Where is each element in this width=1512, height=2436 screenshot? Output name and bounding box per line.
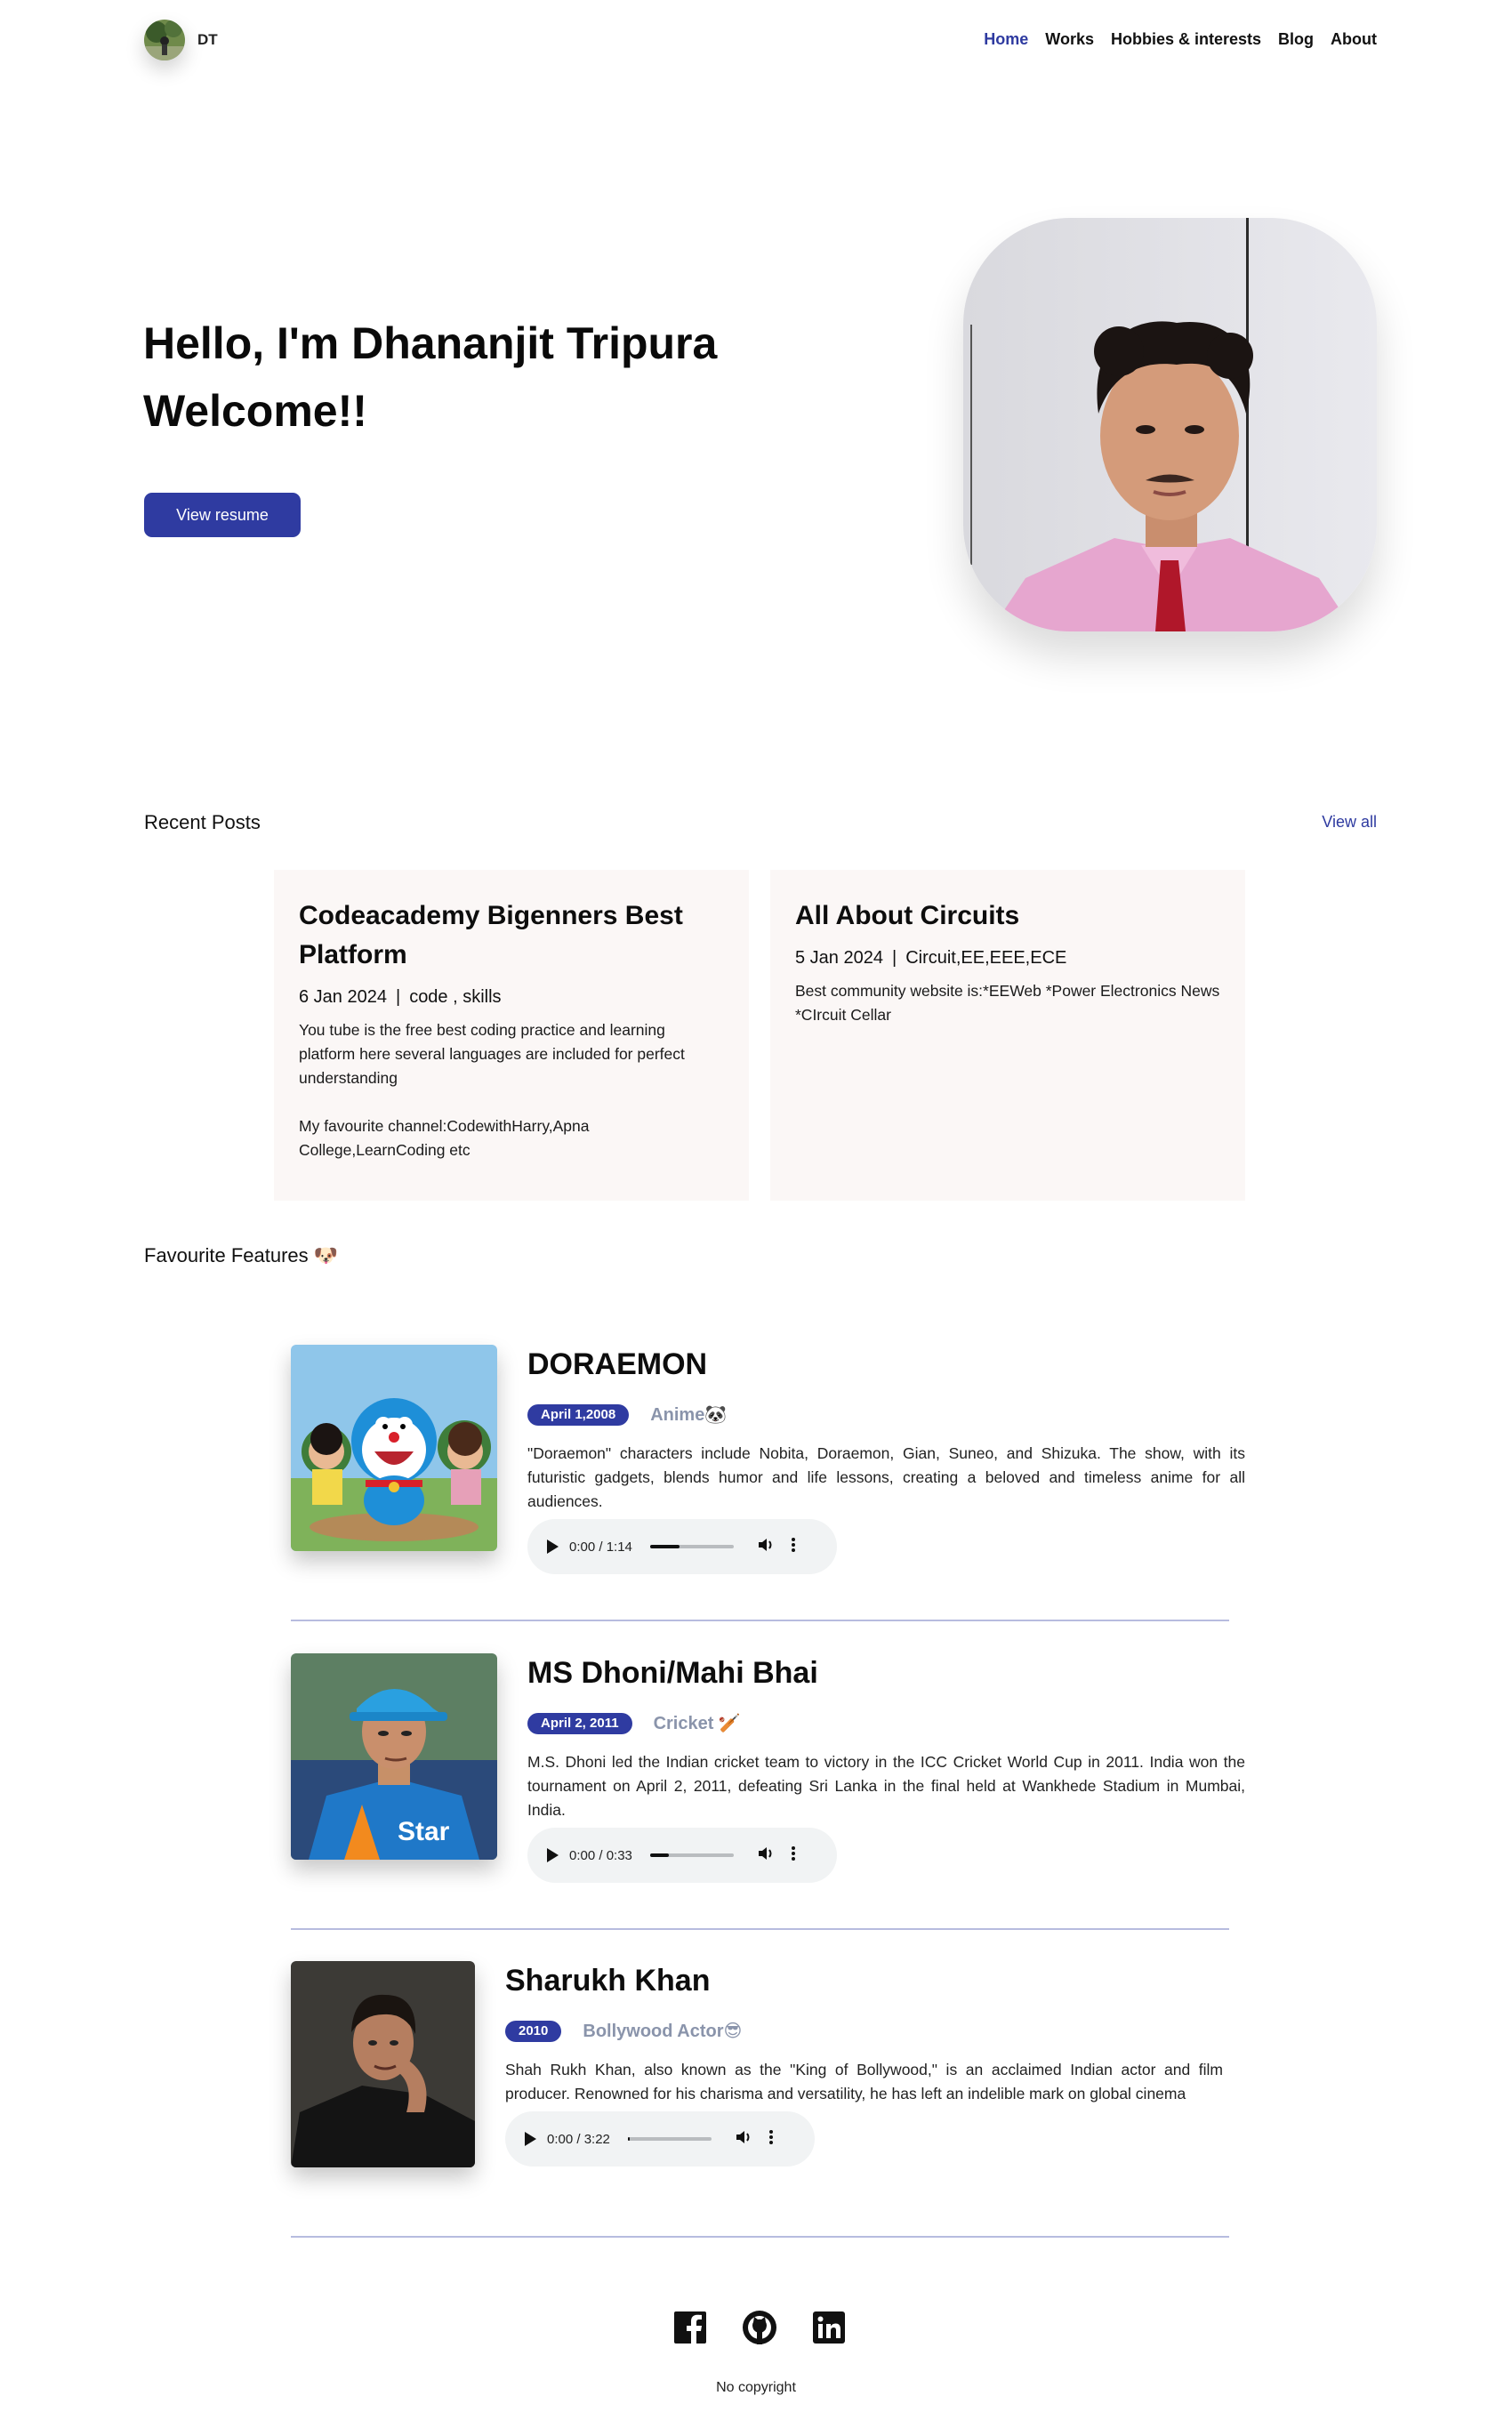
nav-home[interactable]: Home xyxy=(984,30,1028,49)
linkedin-icon[interactable] xyxy=(811,2310,847,2345)
svg-text:Star: Star xyxy=(398,1817,450,1846)
play-icon[interactable] xyxy=(525,2132,536,2146)
volume-icon[interactable] xyxy=(735,2129,752,2149)
audio-progress xyxy=(649,1545,680,1548)
feature-title: Sharukh Khan xyxy=(505,1964,711,1998)
feature-content: MS Dhoni/Mahi Bhai April 2, 2011 Cricket… xyxy=(527,1653,1245,1883)
meta-separator: | xyxy=(395,987,401,1007)
play-icon[interactable] xyxy=(547,1540,559,1554)
brand[interactable]: DT xyxy=(144,20,218,60)
post-date: 5 Jan 2024 xyxy=(795,948,883,968)
more-options-icon[interactable] xyxy=(791,1845,796,1865)
post-tags: code , skills xyxy=(409,987,502,1007)
category-label: Anime🐼 xyxy=(650,1405,728,1425)
site-header: DT Home Works Hobbies & interests Blog A… xyxy=(0,0,1512,85)
feature-title: DORAEMON xyxy=(527,1347,708,1381)
feature-tags: April 1,2008 Anime🐼 xyxy=(527,1403,1245,1426)
sharukh-image xyxy=(291,1961,475,2167)
play-icon[interactable] xyxy=(547,1848,559,1862)
main-nav: Home Works Hobbies & interests Blog Abou… xyxy=(984,30,1377,49)
audio-player: 0:00 / 0:33 xyxy=(527,1828,837,1883)
post-tags: Circuit,EE,EEE,ECE xyxy=(905,948,1067,968)
feature-content: DORAEMON April 1,2008 Anime🐼 "Doraemon" … xyxy=(527,1345,1245,1574)
feature-divider xyxy=(291,1620,1229,1621)
nav-hobbies[interactable]: Hobbies & interests xyxy=(1111,30,1261,49)
view-resume-button[interactable]: View resume xyxy=(144,493,301,537)
feature-description: Shah Rukh Khan, also known as the "King … xyxy=(505,2061,1223,2102)
post-title[interactable]: Codeacademy Bigenners Best Platform xyxy=(299,896,724,975)
meta-separator: | xyxy=(891,948,897,968)
audio-seek-bar[interactable] xyxy=(649,1853,734,1857)
audio-time: 0:00 / 0:33 xyxy=(569,1847,632,1863)
audio-player: 0:00 / 1:14 xyxy=(527,1519,837,1574)
feature-tags: April 2, 2011 Cricket 🏏 xyxy=(527,1712,1245,1734)
github-icon[interactable] xyxy=(742,2310,777,2345)
post-title[interactable]: All About Circuits xyxy=(795,896,1220,936)
avatar[interactable] xyxy=(144,20,185,60)
post-excerpt: Best community website is:*EEWeb *Power … xyxy=(795,979,1220,1027)
nav-works[interactable]: Works xyxy=(1045,30,1094,49)
more-options-icon[interactable] xyxy=(768,2129,774,2149)
profile-photo xyxy=(963,218,1377,631)
category-label: Cricket 🏏 xyxy=(653,1714,741,1733)
post-meta: 5 Jan 2024 | Circuit,EE,EEE,ECE xyxy=(795,948,1220,969)
feature-item: Sharukh Khan 2010 Bollywood Actor😎 Shah … xyxy=(291,1961,1229,2201)
volume-icon[interactable] xyxy=(757,1537,775,1556)
post-card[interactable]: Codeacademy Bigenners Best Platform 6 Ja… xyxy=(274,870,749,1201)
post-meta: 6 Jan 2024 | code , skills xyxy=(299,987,724,1008)
post-excerpt: You tube is the free best coding practic… xyxy=(299,1018,724,1162)
nav-blog[interactable]: Blog xyxy=(1278,30,1314,49)
post-paragraph: You tube is the free best coding practic… xyxy=(299,1021,685,1087)
post-card[interactable]: All About Circuits 5 Jan 2024 | Circuit,EE… xyxy=(770,870,1245,1201)
feature-divider xyxy=(291,1928,1229,1930)
feature-description: "Doraemon" characters include Nobita, Do… xyxy=(527,1444,1245,1510)
audio-progress xyxy=(627,2137,630,2141)
date-badge: April 1,2008 xyxy=(527,1403,630,1426)
feature-divider xyxy=(291,2236,1229,2238)
audio-progress xyxy=(649,1853,669,1857)
view-all-link[interactable]: View all xyxy=(1322,813,1377,832)
dhoni-image: Star xyxy=(291,1653,497,1860)
category-label: Bollywood Actor😎 xyxy=(583,2022,743,2041)
post-paragraph: Best community website is:*EEWeb *Power … xyxy=(795,982,1220,1024)
hero-heading: Hello, I'm Dhananjit Tripura Welcome!! xyxy=(143,310,855,445)
feature-title: MS Dhoni/Mahi Bhai xyxy=(527,1656,818,1690)
copyright-text: No copyright xyxy=(716,2380,796,2395)
date-badge: 2010 xyxy=(505,2020,562,2042)
facebook-icon[interactable] xyxy=(672,2310,708,2345)
feature-tags: 2010 Bollywood Actor😎 xyxy=(505,2020,1223,2042)
feature-item: Star MS Dhoni/Mahi Bhai April 2, 2011 Cr… xyxy=(291,1653,1245,1893)
post-date: 6 Jan 2024 xyxy=(299,987,387,1007)
audio-time: 0:00 / 3:22 xyxy=(547,2131,610,2147)
volume-icon[interactable] xyxy=(757,1845,775,1865)
recent-posts-title: Recent Posts xyxy=(144,811,261,833)
date-badge: April 2, 2011 xyxy=(527,1712,632,1734)
more-options-icon[interactable] xyxy=(791,1537,796,1556)
audio-seek-bar[interactable] xyxy=(649,1545,734,1548)
feature-content: Sharukh Khan 2010 Bollywood Actor😎 Shah … xyxy=(505,1961,1223,2167)
post-paragraph: My favourite channel:CodewithHarry,Apna … xyxy=(299,1117,590,1159)
hero-greeting: Hello, I'm Dhananjit Tripura xyxy=(143,318,718,368)
feature-description: M.S. Dhoni led the Indian cricket team t… xyxy=(527,1753,1245,1819)
social-links xyxy=(672,2310,847,2345)
audio-seek-bar[interactable] xyxy=(627,2137,712,2141)
nav-about[interactable]: About xyxy=(1331,30,1377,49)
brand-label[interactable]: DT xyxy=(197,31,218,49)
hero-welcome: Welcome!! xyxy=(143,386,367,436)
favourite-features-title: Favourite Features 🐶 xyxy=(144,1244,339,1266)
doraemon-image xyxy=(291,1345,497,1551)
audio-player: 0:00 / 3:22 xyxy=(505,2111,815,2167)
feature-item: DORAEMON April 1,2008 Anime🐼 "Doraemon" … xyxy=(291,1345,1245,1585)
audio-time: 0:00 / 1:14 xyxy=(569,1539,632,1555)
